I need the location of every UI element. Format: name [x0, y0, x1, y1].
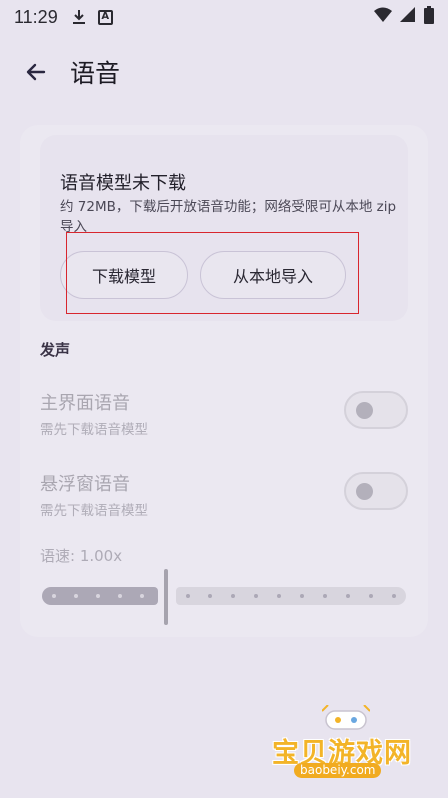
model-notice: 语音模型未下载 约 72MB，下载后开放语音功能；网络受限可从本地 zip 导入…	[40, 135, 408, 321]
setting-sub: 需先下载语音模型	[40, 422, 148, 438]
slider-tick	[277, 594, 281, 598]
slider-tick	[208, 594, 212, 598]
notice-title: 语音模型未下载	[60, 173, 186, 194]
a-badge-icon: A	[97, 9, 113, 25]
wifi-icon	[374, 7, 392, 28]
a-badge-label: A	[97, 9, 113, 25]
page-title: 语音	[70, 59, 121, 88]
slider-tick	[300, 594, 304, 598]
slider-tick	[392, 594, 396, 598]
float-voice-toggle[interactable]	[344, 472, 408, 510]
battery-icon	[424, 5, 434, 29]
voice-settings-card: 语音模型未下载 约 72MB，下载后开放语音功能；网络受限可从本地 zip 导入…	[20, 125, 428, 637]
slider-tick	[52, 594, 56, 598]
watermark: 宝贝游戏网 baobeiy.com	[272, 703, 448, 798]
status-bar: 11:29 A	[0, 0, 448, 34]
slider-tick	[231, 594, 235, 598]
speech-speed-label: 语速: 1.00x	[40, 547, 123, 565]
toggle-knob	[356, 483, 373, 500]
arrow-left-icon	[26, 63, 46, 81]
setting-row-main-voice: 主界面语音 需先下载语音模型	[40, 389, 408, 439]
slider-handle[interactable]	[164, 569, 168, 625]
signal-icon	[400, 6, 416, 28]
slider-tick	[254, 594, 258, 598]
status-time: 11:29	[14, 6, 58, 27]
slider-tick	[118, 594, 122, 598]
slider-tick	[140, 594, 144, 598]
notice-description: 约 72MB，下载后开放语音功能；网络受限可从本地 zip 导入	[60, 199, 397, 235]
slider-tick	[369, 594, 373, 598]
slider-tick	[96, 594, 100, 598]
main-voice-toggle[interactable]	[344, 391, 408, 429]
speech-speed-slider[interactable]	[40, 569, 408, 625]
setting-label: 悬浮窗语音	[40, 474, 130, 495]
slider-tick	[323, 594, 327, 598]
highlight-box	[66, 232, 359, 314]
slider-tick	[186, 594, 190, 598]
slider-tick	[74, 594, 78, 598]
watermark-url: baobeiy.com	[294, 763, 382, 778]
section-title: 发声	[40, 341, 71, 359]
app-bar: 语音	[0, 44, 448, 100]
gamepad-logo-icon	[322, 705, 370, 730]
download-icon	[72, 9, 86, 25]
setting-label: 主界面语音	[40, 393, 130, 414]
toggle-knob	[356, 402, 373, 419]
setting-sub: 需先下载语音模型	[40, 503, 148, 519]
slider-tick	[346, 594, 350, 598]
setting-row-float-voice: 悬浮窗语音 需先下载语音模型	[40, 470, 408, 520]
back-button[interactable]	[16, 52, 56, 92]
